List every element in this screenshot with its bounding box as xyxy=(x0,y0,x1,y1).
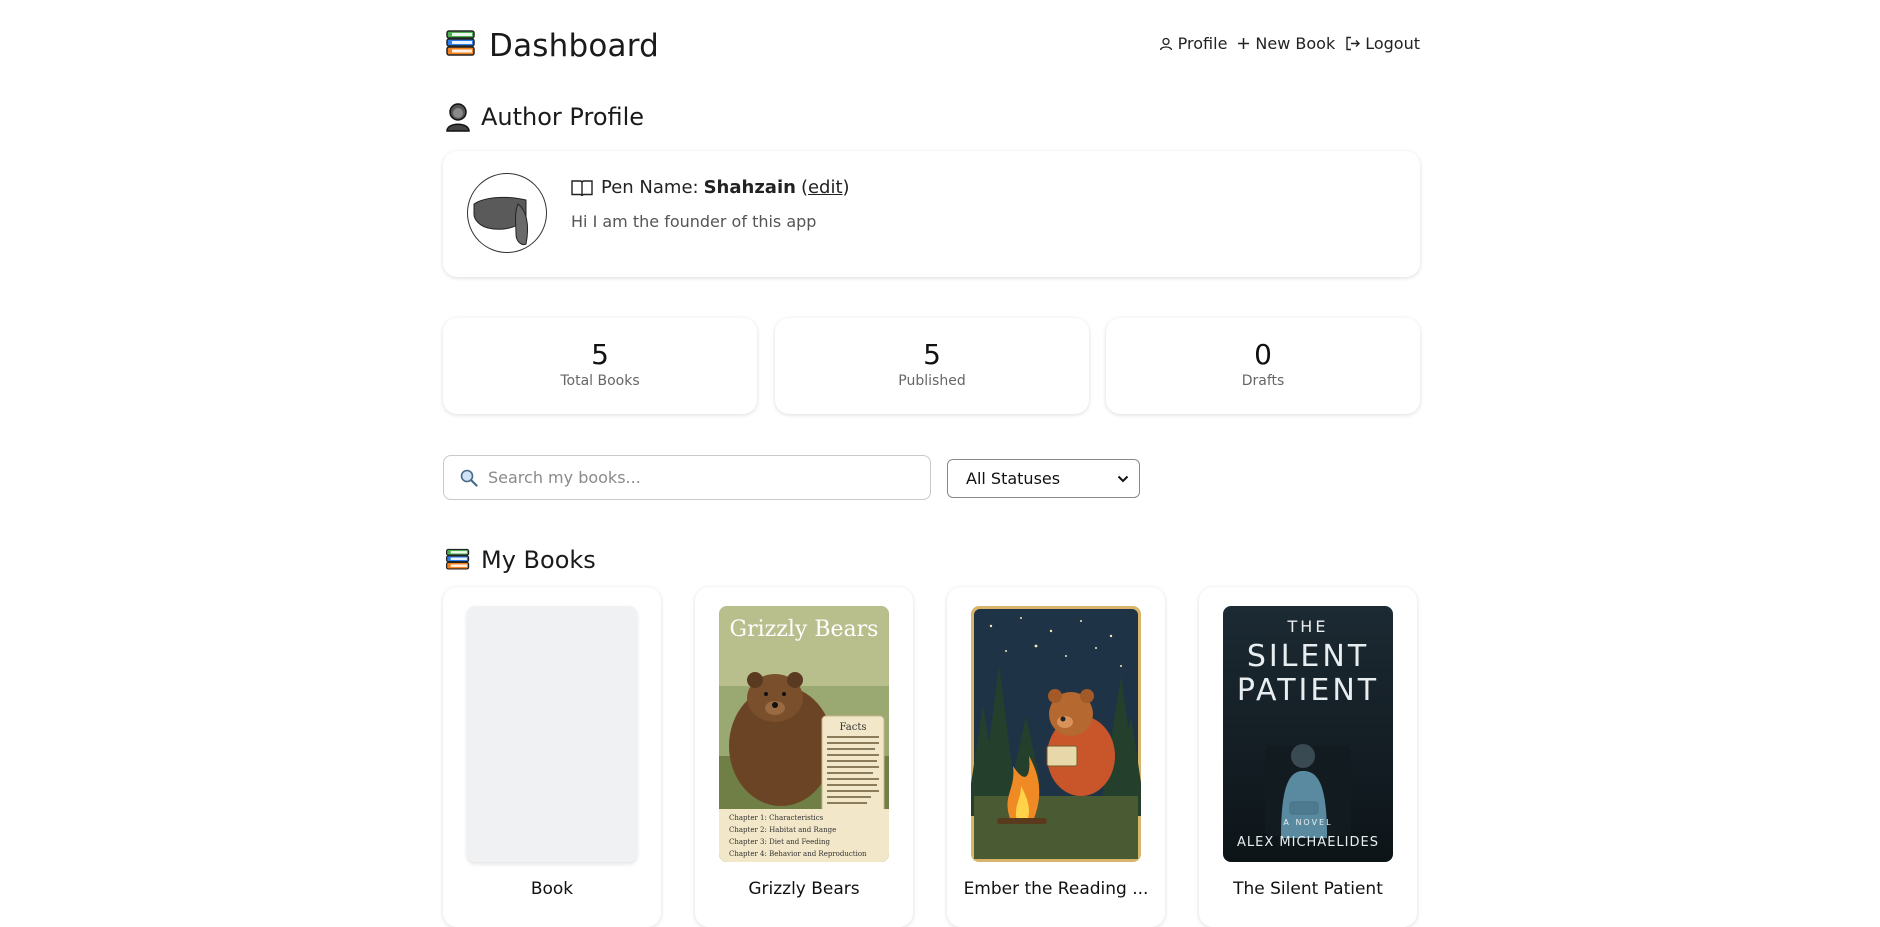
books-stack-icon xyxy=(445,28,477,64)
stat-value: 5 xyxy=(591,338,609,371)
books-stack-icon xyxy=(446,548,470,570)
status-filter-value: All Statuses xyxy=(966,469,1061,488)
grizzly-bears-cover-image: Grizzly Bears Facts Chapter 1: Character… xyxy=(719,606,889,862)
top-nav: Profile New Book Logout xyxy=(1149,34,1420,53)
search-box[interactable] xyxy=(443,455,931,500)
search-icon xyxy=(460,469,478,487)
silent-patient-cover-image: THE SILENT PATIENT A NOVEL ALEX MICHAELI… xyxy=(1223,606,1393,862)
edit-pen-name-link[interactable]: edit xyxy=(808,177,843,198)
book-title: The Silent Patient xyxy=(1233,879,1383,899)
nav-profile-label: Profile xyxy=(1177,34,1228,53)
book-card[interactable]: Book xyxy=(443,587,661,927)
status-filter-select[interactable]: All Statuses xyxy=(947,459,1140,498)
my-books-heading: My Books xyxy=(445,546,596,574)
pen-name-label: Pen Name: xyxy=(601,177,699,198)
svg-text:THE: THE xyxy=(1287,617,1329,636)
pen-name-line: Pen Name: Shahzain (edit) xyxy=(571,177,850,198)
svg-text:Chapter 3: Diet and Feeding: Chapter 3: Diet and Feeding xyxy=(729,838,830,846)
pen-name-value: Shahzain xyxy=(703,177,796,198)
stat-total-books: 5 Total Books xyxy=(443,318,757,414)
svg-text:ALEX MICHAELIDES: ALEX MICHAELIDES xyxy=(1237,835,1379,850)
stat-value: 5 xyxy=(923,338,941,371)
nav-new-book-link[interactable]: New Book xyxy=(1237,34,1335,53)
search-input[interactable] xyxy=(486,467,890,488)
svg-text:A NOVEL: A NOVEL xyxy=(1283,818,1332,827)
svg-text:SILENT: SILENT xyxy=(1247,639,1369,674)
profile-card: Pen Name: Shahzain (edit) Hi I am the fo… xyxy=(443,151,1420,277)
stat-value: 0 xyxy=(1254,338,1272,371)
book-title: Book xyxy=(530,879,574,899)
nav-new-book-label: New Book xyxy=(1255,34,1336,53)
campfire-bear-cover-image xyxy=(971,606,1141,862)
nav-logout-link[interactable]: Logout xyxy=(1345,34,1420,53)
svg-text:Facts: Facts xyxy=(840,722,867,733)
svg-text:Chapter 1: Characteristics: Chapter 1: Characteristics xyxy=(729,814,824,822)
plus-icon xyxy=(1238,38,1250,49)
book-cover-placeholder xyxy=(467,606,637,862)
stat-label: Total Books xyxy=(560,373,640,389)
book-card[interactable]: Grizzly Bears Facts Chapter 1: Character… xyxy=(695,587,913,927)
svg-text:Chapter 4: Behavior and Reprod: Chapter 4: Behavior and Reproduction xyxy=(729,850,867,858)
chevron-down-icon xyxy=(1117,475,1129,482)
svg-text:Grizzly Bears: Grizzly Bears xyxy=(730,617,879,642)
author-profile-heading: Author Profile xyxy=(445,102,644,132)
page-title: Dashboard xyxy=(489,28,659,64)
stat-label: Drafts xyxy=(1241,373,1285,389)
top-header: Dashboard Profile New Book Logout xyxy=(443,24,1420,64)
book-card[interactable]: THE SILENT PATIENT A NOVEL ALEX MICHAELI… xyxy=(1199,587,1417,927)
user-icon xyxy=(1159,37,1172,50)
logout-icon xyxy=(1346,36,1361,51)
svg-text:PATIENT: PATIENT xyxy=(1237,673,1379,708)
stat-drafts: 0 Drafts xyxy=(1106,318,1420,414)
stat-label: Published xyxy=(898,373,966,389)
book-title: Ember the Reading ... xyxy=(963,879,1149,899)
nav-profile-link[interactable]: Profile xyxy=(1159,34,1228,53)
stat-published: 5 Published xyxy=(775,318,1089,414)
author-avatar-icon xyxy=(446,103,470,132)
book-open-icon xyxy=(571,179,593,196)
author-bio: Hi I am the founder of this app xyxy=(571,212,817,231)
avatar[interactable] xyxy=(467,173,547,253)
brand[interactable]: Dashboard xyxy=(445,28,659,64)
book-card[interactable]: Ember the Reading ... xyxy=(947,587,1165,927)
book-title: Grizzly Bears xyxy=(748,879,860,899)
svg-text:Chapter 2: Habitat and Range: Chapter 2: Habitat and Range xyxy=(729,826,836,834)
nav-logout-label: Logout xyxy=(1365,34,1420,53)
